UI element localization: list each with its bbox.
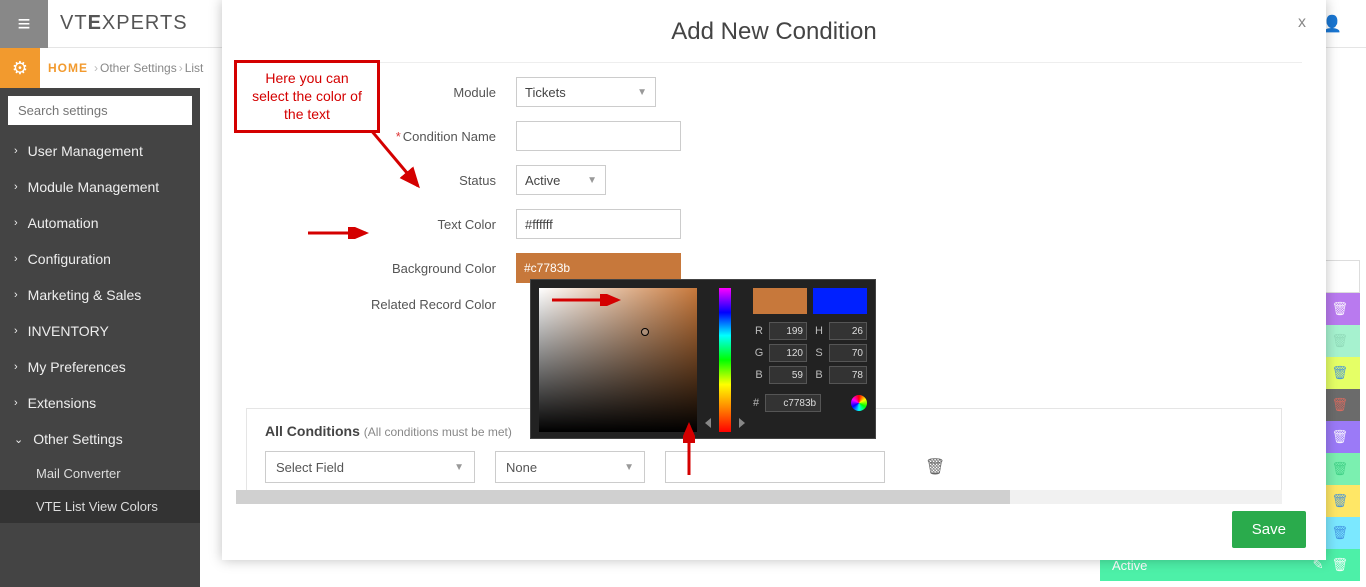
trash-icon[interactable]: 🗑	[1331, 365, 1348, 381]
sidebar-item-label: Automation	[28, 215, 99, 231]
sidebar-item[interactable]: ⌄ Other Settings	[0, 421, 200, 457]
chevron-icon: ›	[14, 253, 18, 265]
add-condition-modal: x Add New Condition Module Tickets▼ *Con…	[222, 0, 1326, 560]
chevron-icon: ›	[14, 361, 18, 373]
picker-s-input[interactable]	[829, 344, 867, 362]
hamburger-menu[interactable]: ≡	[0, 0, 48, 48]
sidebar-item[interactable]: › Automation	[0, 205, 200, 241]
picker-bv-input[interactable]	[829, 366, 867, 384]
sidebar-item-label: My Preferences	[28, 359, 126, 375]
trash-icon[interactable]: 🗑	[1331, 493, 1348, 509]
trash-icon[interactable]: 🗑	[925, 457, 945, 477]
hue-arrow-right	[739, 418, 745, 428]
chevron-icon: ›	[14, 217, 18, 229]
save-button[interactable]: Save	[1232, 511, 1306, 548]
sidebar-item-label: INVENTORY	[28, 323, 109, 339]
label-bg-color: Background Color	[246, 261, 516, 276]
status-select[interactable]: Active▼	[516, 165, 606, 195]
trash-icon[interactable]: 🗑	[1331, 333, 1348, 349]
trash-icon[interactable]: 🗑	[1331, 301, 1348, 317]
sidebar-item[interactable]: › Marketing & Sales	[0, 277, 200, 313]
close-icon[interactable]: x	[1298, 14, 1306, 32]
logo: VTEXPERTS	[48, 12, 200, 35]
sidebar-item[interactable]: › Extensions	[0, 385, 200, 421]
hue-slider[interactable]	[719, 288, 731, 432]
color-wheel-icon[interactable]	[851, 395, 867, 411]
breadcrumb: HOME › Other Settings › List	[48, 48, 203, 88]
sidebar-item-label: Extensions	[28, 395, 96, 411]
module-select[interactable]: Tickets▼	[516, 77, 656, 107]
chevron-icon: ›	[14, 325, 18, 337]
sidebar-item-label: User Management	[28, 143, 143, 159]
compare-swatch[interactable]	[813, 288, 867, 314]
chevron-icon: ›	[14, 397, 18, 409]
breadcrumb-seg[interactable]: Other Settings	[100, 61, 177, 75]
sidebar-item[interactable]: › INVENTORY	[0, 313, 200, 349]
sidebar-item[interactable]: › Configuration	[0, 241, 200, 277]
trash-icon[interactable]: 🗑	[1331, 525, 1348, 541]
current-swatch[interactable]	[753, 288, 807, 314]
sidebar-item-label: Configuration	[28, 251, 111, 267]
sidebar-item-label: Module Management	[28, 179, 160, 195]
condition-value-input[interactable]	[665, 451, 885, 483]
sidebar: › User Management › Module Management › Autom…	[0, 88, 200, 587]
trash-icon[interactable]: 🗑	[1331, 461, 1348, 477]
trash-icon[interactable]: 🗑	[1331, 397, 1348, 413]
picker-r-input[interactable]	[769, 322, 807, 340]
sidebar-item-label: Other Settings	[33, 431, 123, 447]
trash-icon[interactable]: 🗑	[1331, 429, 1348, 445]
label-text-color: Text Color	[246, 217, 516, 232]
chevron-icon: ›	[14, 289, 18, 301]
text-color-input[interactable]: #ffffff	[516, 209, 681, 239]
modal-title: Add New Condition	[246, 18, 1302, 46]
condition-name-input[interactable]	[516, 121, 681, 151]
sidebar-item-label: Marketing & Sales	[28, 287, 142, 303]
breadcrumb-seg[interactable]: List	[185, 61, 204, 75]
gear-icon[interactable]: ⚙	[0, 48, 40, 88]
breadcrumb-home[interactable]: HOME	[48, 61, 88, 75]
sidebar-item[interactable]: › Module Management	[0, 169, 200, 205]
chevron-icon: ›	[14, 145, 18, 157]
picker-hex-input[interactable]	[765, 394, 821, 412]
annotation-callout: Here you can select the color of the tex…	[234, 60, 380, 133]
condition-field-select[interactable]: Select Field▼	[265, 451, 475, 483]
sv-area[interactable]	[539, 288, 697, 432]
trash-icon[interactable]: 🗑	[1331, 557, 1348, 573]
sidebar-subitem[interactable]: VTE List View Colors	[0, 490, 200, 523]
sidebar-item[interactable]: › My Preferences	[0, 349, 200, 385]
hue-arrow-left	[705, 418, 711, 428]
sv-cursor[interactable]	[641, 328, 649, 336]
search-input[interactable]	[8, 96, 192, 125]
chevron-icon: ⌄	[14, 433, 23, 446]
picker-g-input[interactable]	[769, 344, 807, 362]
label-related-color: Related Record Color	[246, 297, 516, 312]
sidebar-item[interactable]: › User Management	[0, 133, 200, 169]
chevron-icon: ›	[14, 181, 18, 193]
picker-h-input[interactable]	[829, 322, 867, 340]
picker-b-input[interactable]	[769, 366, 807, 384]
sidebar-subitem[interactable]: Mail Converter	[0, 457, 200, 490]
modal-scrollbar[interactable]	[236, 490, 1282, 504]
condition-operator-select[interactable]: None▼	[495, 451, 645, 483]
